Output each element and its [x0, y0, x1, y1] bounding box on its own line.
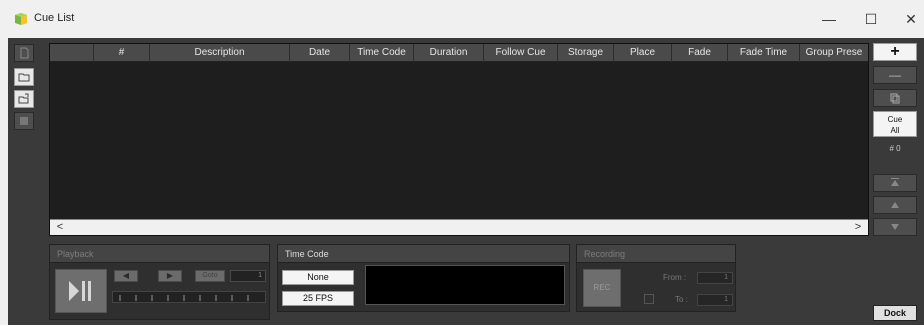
dock-button[interactable]: Dock: [873, 305, 917, 321]
new-cue-list-button[interactable]: [14, 44, 34, 62]
column-header-fade[interactable]: Fade: [672, 44, 728, 62]
open-button[interactable]: [14, 68, 34, 86]
play-pause-icon: [69, 281, 91, 301]
time-code-title: Time Code: [278, 245, 569, 263]
cube-icon: [14, 12, 28, 26]
export-folder-icon: [18, 93, 29, 104]
copy-icon: [890, 93, 900, 104]
move-up-icon: [891, 202, 899, 208]
time-code-section: Time Code None 25 FPS: [277, 244, 570, 312]
column-header-group-preset[interactable]: Group Prese: [800, 44, 868, 62]
record-button[interactable]: REC: [583, 269, 621, 307]
record-from-field[interactable]: 1: [697, 272, 733, 284]
move-to-top-button[interactable]: [873, 174, 917, 192]
playback-section: Playback ◀ ▶ Goto 1: [49, 244, 270, 320]
scroll-left-button[interactable]: <: [52, 220, 68, 235]
column-header-time-code[interactable]: Time Code: [350, 44, 414, 62]
next-cue-button[interactable]: ▶: [158, 270, 182, 282]
playback-title: Playback: [50, 245, 269, 263]
open-folder-icon: [18, 73, 30, 82]
move-down-button[interactable]: [873, 218, 917, 236]
column-header-storage[interactable]: Storage: [558, 44, 614, 62]
record-to-field[interactable]: 1: [697, 294, 733, 306]
horizontal-scrollbar[interactable]: < >: [50, 219, 868, 235]
new-icon: [20, 47, 29, 59]
column-header-select[interactable]: [50, 44, 94, 62]
left-toolbar: [8, 42, 40, 282]
minimize-button[interactable]: —: [814, 8, 844, 30]
save-icon: [20, 117, 28, 125]
time-code-source-button[interactable]: None: [282, 270, 354, 285]
cue-all-label-top: Cue: [887, 115, 903, 124]
goto-cue-field[interactable]: 1: [230, 270, 266, 282]
cue-count: # 0: [889, 144, 901, 153]
save-button[interactable]: [14, 112, 34, 130]
time-code-display: [365, 265, 565, 305]
move-to-top-icon: [891, 178, 899, 186]
cue-all-button[interactable]: Cue All: [873, 111, 917, 137]
remove-cue-button[interactable]: —: [873, 66, 917, 84]
column-header-date[interactable]: Date: [290, 44, 350, 62]
time-code-fps-button[interactable]: 25 FPS: [282, 291, 354, 306]
title-bar: Cue List — ☐ ✕: [0, 0, 924, 38]
play-pause-button[interactable]: [55, 269, 107, 313]
playback-position-slider[interactable]: [112, 291, 266, 303]
recording-section: Recording REC From : 1 To : 1: [576, 244, 736, 312]
column-header-follow-cue[interactable]: Follow Cue: [484, 44, 558, 62]
column-header-description[interactable]: Description: [150, 44, 290, 62]
close-button[interactable]: ✕: [896, 8, 924, 30]
recording-title: Recording: [577, 245, 735, 263]
column-header-place[interactable]: Place: [614, 44, 672, 62]
maximize-button[interactable]: ☐: [856, 8, 886, 30]
goto-button[interactable]: Goto: [195, 270, 225, 282]
previous-cue-button[interactable]: ◀: [114, 270, 138, 282]
record-from-label: From :: [663, 273, 687, 282]
record-to-label: To :: [675, 295, 688, 304]
cue-all-label-bottom: All: [890, 126, 900, 135]
copy-cue-button[interactable]: [873, 89, 917, 107]
move-down-icon: [891, 224, 899, 230]
window-title: Cue List: [34, 12, 75, 24]
column-header-duration[interactable]: Duration: [414, 44, 484, 62]
cue-table[interactable]: # Description Date Time Code Duration Fo…: [49, 43, 869, 236]
column-header-number[interactable]: #: [94, 44, 150, 62]
record-range-checkbox[interactable]: [644, 294, 654, 304]
table-header: # Description Date Time Code Duration Fo…: [50, 44, 868, 62]
scroll-right-button[interactable]: >: [850, 220, 866, 235]
export-button[interactable]: [14, 90, 34, 108]
add-cue-button[interactable]: +: [873, 43, 917, 61]
column-header-fade-time[interactable]: Fade Time: [728, 44, 800, 62]
move-up-button[interactable]: [873, 196, 917, 214]
